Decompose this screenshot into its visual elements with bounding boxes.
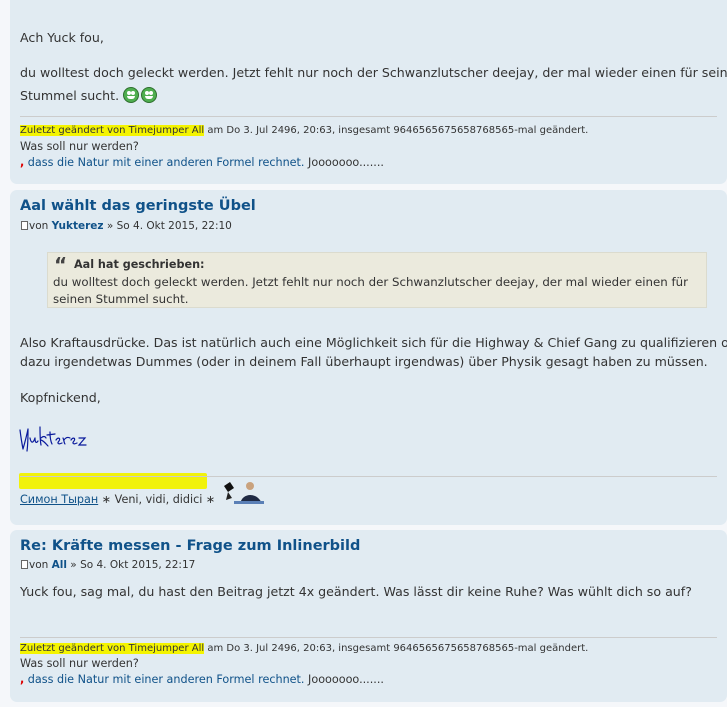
post-3-body: Yuck fou, sag mal, du hast den Beitrag j… xyxy=(20,584,692,599)
post-1-line-2: Stummel sucht. xyxy=(20,84,159,107)
post-2-divider xyxy=(20,476,717,477)
post-3-signature-line-2: , dass die Natur mit einer anderen Forme… xyxy=(20,673,384,686)
post-2-meta: von Yukterez » So 4. Okt 2015, 22:10 xyxy=(21,220,232,232)
post-1-signature-line-2: , dass die Natur mit einer anderen Forme… xyxy=(20,156,384,169)
quote-author: Aal hat geschrieben: xyxy=(74,258,205,271)
post-1-signature-line-1: Was soll nur werden? xyxy=(20,140,139,153)
edited-highlight: Zuletzt geändert von Timejumper All xyxy=(20,643,205,654)
sig-formula-text: dass die Natur mit einer anderen Formel … xyxy=(24,673,305,686)
grin-smiley-icon xyxy=(123,87,140,103)
post-1-edited-notice: Zuletzt geändert von Timejumper All am D… xyxy=(20,125,588,136)
post-3-edited-notice: Zuletzt geändert von Timejumper All am D… xyxy=(20,643,588,654)
signature-motto: ∗ Veni, vidi, didici ∗ xyxy=(98,493,216,506)
post-1-line-2-text: Stummel sucht. xyxy=(20,88,120,103)
handwritten-signature xyxy=(19,426,87,452)
post-2-author[interactable]: Yukterez xyxy=(52,220,104,232)
grin-smiley-icon xyxy=(141,87,158,103)
edited-rest: am Do 3. Jul 2496, 20:63, insgesamt 9646… xyxy=(204,643,589,654)
edited-rest: am Do 3. Jul 2496, 20:63, insgesamt 9646… xyxy=(204,125,589,136)
post-3-by: von xyxy=(29,559,49,571)
post-3: Re: Kräfte messen - Frage zum Inlinerbil… xyxy=(10,530,727,702)
post-2-signature: Симон Тыран ∗ Veni, vidi, didici ∗ xyxy=(20,493,215,506)
post-1: Ach Yuck fou, du wolltest doch geleckt w… xyxy=(10,0,727,184)
sig-tail: Jooooooo....... xyxy=(304,156,384,169)
post-link-icon[interactable] xyxy=(21,221,28,230)
post-3-meta: von All » So 4. Okt 2015, 22:17 xyxy=(21,559,195,571)
post-3-author[interactable]: All xyxy=(52,559,67,571)
sig-tail: Jooooooo....... xyxy=(304,673,384,686)
post-3-divider xyxy=(20,637,717,638)
post-1-divider xyxy=(20,116,717,117)
signature-image-icon xyxy=(222,478,268,506)
post-2-quote: “ Aal hat geschrieben: du wolltest doch … xyxy=(47,252,707,308)
post-2-title[interactable]: Aal wählt das geringste Übel xyxy=(20,198,256,214)
signature-user-link[interactable]: Симон Тыран xyxy=(20,493,98,506)
post-2-closing: Kopfnickend, xyxy=(20,390,101,405)
edited-highlight: Zuletzt geändert von Timejumper All xyxy=(20,125,205,136)
post-link-icon[interactable] xyxy=(21,560,28,569)
post-1-line-1: du wolltest doch geleckt werden. Jetzt f… xyxy=(20,65,727,80)
quote-text: du wolltest doch geleckt werden. Jetzt f… xyxy=(53,275,688,306)
post-2-date: » So 4. Okt 2015, 22:10 xyxy=(103,220,232,232)
post-2-by: von xyxy=(29,220,49,232)
post-1-greeting: Ach Yuck fou, xyxy=(20,30,104,45)
post-3-signature-line-1: Was soll nur werden? xyxy=(20,657,139,670)
post-3-title[interactable]: Re: Kräfte messen - Frage zum Inlinerbil… xyxy=(20,538,360,554)
post-3-date: » So 4. Okt 2015, 22:17 xyxy=(66,559,196,571)
post-2-body-line-2: dazu irgendetwas Dummes (oder in deinem … xyxy=(20,354,708,369)
post-2: Aal wählt das geringste Übel von Yuktere… xyxy=(10,190,727,525)
sig-formula-text: dass die Natur mit einer anderen Formel … xyxy=(24,156,305,169)
